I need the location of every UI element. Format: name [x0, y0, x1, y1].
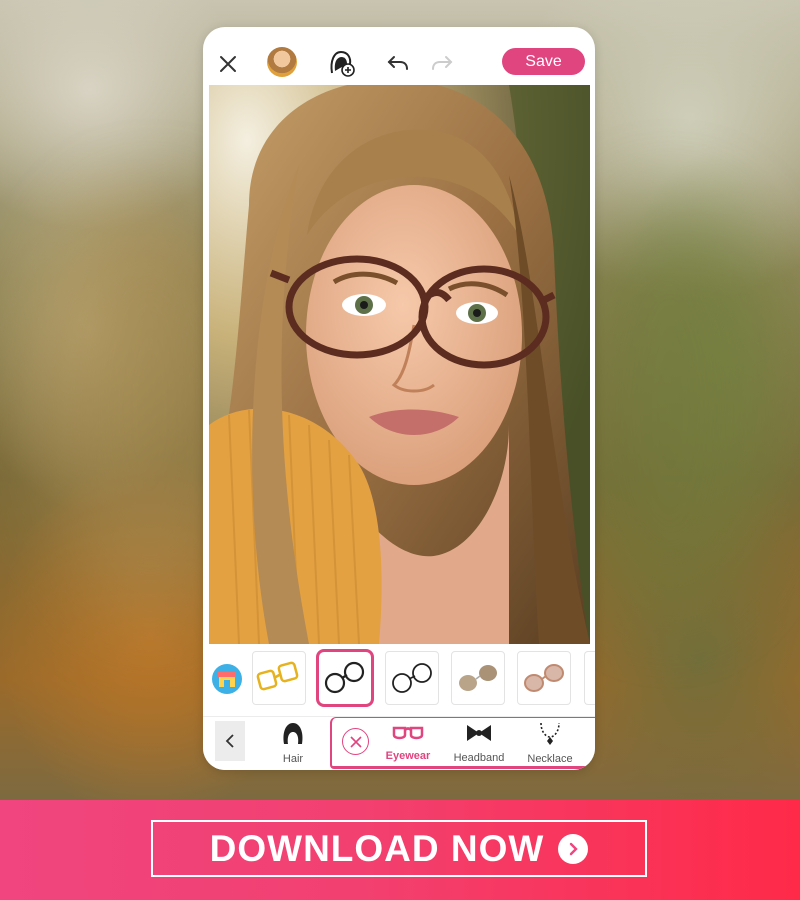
redo-icon [432, 56, 453, 70]
yellow-glasses-icon [256, 661, 299, 691]
black-rimless-glasses-icon [392, 663, 432, 693]
pink-sunglasses-icon [524, 664, 564, 692]
category-label: Necklace [527, 753, 573, 765]
clear-button[interactable] [342, 728, 369, 755]
chevron-left-icon [225, 734, 234, 748]
add-face-button[interactable] [325, 46, 357, 78]
save-button[interactable]: Save [502, 48, 585, 75]
thumbnail-partial[interactable] [584, 651, 595, 705]
shop-icon [218, 672, 236, 687]
download-now-button[interactable]: DOWNLOAD NOW [151, 820, 647, 877]
thumbnail-black-round-glasses[interactable] [316, 649, 374, 707]
portrait-illustration [209, 85, 590, 644]
category-headband[interactable]: Headband [444, 717, 514, 764]
glasses-icon [392, 726, 424, 740]
add-face-icon [330, 50, 355, 77]
thumbnail-brown-sunglasses[interactable] [451, 651, 505, 705]
category-bar: Hair Eyewear Headband Necklace [203, 716, 595, 770]
photo-preview[interactable] [209, 85, 590, 644]
app-window: Save Hair Eyewear Headband Necklace [203, 27, 595, 770]
thumbnail-pink-sunglasses[interactable] [517, 651, 571, 705]
bow-icon [467, 725, 491, 741]
black-round-glasses-icon [324, 661, 365, 694]
category-necklace[interactable]: Necklace [515, 717, 585, 765]
undo-icon [387, 56, 408, 70]
chevron-right-circle-icon [558, 833, 589, 864]
back-button[interactable] [215, 721, 245, 761]
close-icon [220, 56, 236, 72]
eyewear-thumbnails [203, 644, 595, 714]
category-eyewear[interactable]: Eyewear [373, 717, 443, 762]
undo-button[interactable] [383, 49, 413, 79]
thumbnail-yellow-glasses[interactable] [252, 651, 306, 705]
category-hair[interactable]: Hair [258, 717, 328, 765]
redo-button[interactable] [427, 49, 457, 79]
download-banner: DOWNLOAD NOW [0, 800, 800, 900]
hair-icon [283, 723, 303, 744]
category-label: Eyewear [385, 750, 431, 762]
avatar[interactable] [267, 47, 297, 77]
close-icon [349, 735, 362, 748]
category-label: Hair [282, 753, 304, 765]
necklace-icon [540, 722, 560, 745]
store-icon[interactable] [212, 664, 242, 694]
category-label: Headband [453, 752, 505, 764]
top-toolbar: Save [203, 27, 595, 85]
download-label: DOWNLOAD NOW [209, 827, 545, 869]
thumbnail-black-rimless-glasses[interactable] [385, 651, 439, 705]
brown-sunglasses-icon [459, 665, 497, 691]
close-button[interactable] [213, 49, 243, 79]
